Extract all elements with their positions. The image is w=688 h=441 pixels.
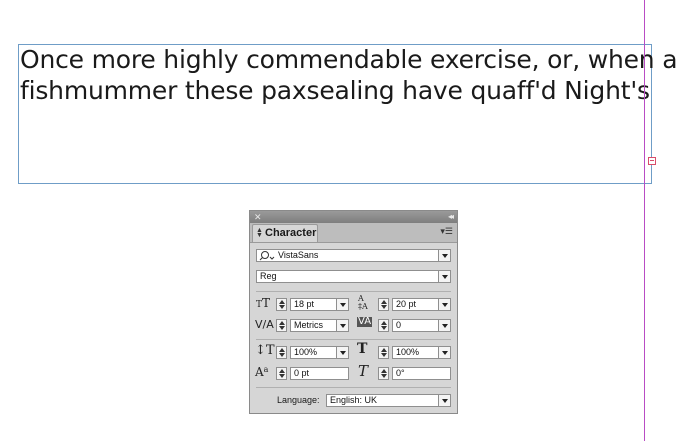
separator (256, 387, 451, 388)
character-panel: ✕ ◂◂ ▲ ▼ Character ▾☰ VistaSans Reg TT 18… (249, 210, 458, 414)
separator (256, 291, 451, 292)
font-family-dropdown-button[interactable] (438, 249, 451, 262)
font-family-field[interactable]: VistaSans (256, 249, 451, 262)
language-label: Language: (277, 395, 320, 405)
panel-titlebar[interactable]: ✕ ◂◂ (250, 211, 457, 223)
baseline-shift-value: 0 pt (294, 368, 310, 378)
font-style-value: Reg (260, 271, 277, 281)
font-style-dropdown-button[interactable] (438, 270, 451, 283)
skew-value: 0° (396, 368, 405, 378)
leading-dropdown-button[interactable] (438, 298, 451, 311)
vertical-scale-stepper[interactable] (276, 346, 287, 359)
overset-text-outport[interactable] (648, 157, 656, 165)
kerning-icon: V/A (255, 318, 274, 331)
font-size-stepper[interactable] (276, 298, 287, 311)
tracking-dropdown-button[interactable] (438, 319, 451, 332)
text-line-2: fishmummer these paxsealing have quaff'd… (20, 76, 650, 105)
font-size-icon: TT (256, 296, 271, 310)
skew-icon: T (358, 362, 369, 380)
language-field[interactable]: English: UK (326, 394, 451, 407)
horizontal-scale-field[interactable]: 100% (392, 346, 451, 359)
tracking-value: 0 (396, 320, 402, 330)
tracking-field[interactable]: 0 (392, 319, 451, 332)
tab-character-label: Character (265, 227, 317, 239)
horizontal-scale-stepper[interactable] (378, 346, 389, 359)
vertical-scale-value: 100% (294, 347, 318, 357)
skew-stepper[interactable] (378, 367, 389, 380)
font-size-value: 18 pt (294, 299, 315, 309)
kerning-stepper[interactable] (276, 319, 287, 332)
horizontal-scale-icon: T (357, 341, 368, 357)
kerning-value: Metrics (294, 320, 323, 330)
font-size-dropdown-button[interactable] (336, 298, 349, 311)
panel-tab-row: ▲ ▼ Character ▾☰ (250, 223, 457, 243)
skew-field[interactable]: 0° (392, 367, 451, 380)
leading-stepper[interactable] (378, 298, 389, 311)
panel-menu-icon[interactable]: ▾☰ (440, 227, 453, 236)
separator (256, 339, 451, 340)
tab-expand-icon[interactable]: ▲ ▼ (256, 227, 263, 239)
horizontal-scale-dropdown-button[interactable] (438, 346, 451, 359)
horizontal-scale-value: 100% (396, 347, 420, 357)
tab-character[interactable]: ▲ ▼ Character (252, 224, 318, 242)
kerning-dropdown-button[interactable] (336, 319, 349, 332)
text-frame-content[interactable]: Once more highly commendable exercise, o… (20, 44, 678, 106)
kerning-field[interactable]: Metrics (290, 319, 349, 332)
leading-field[interactable]: 20 pt (392, 298, 451, 311)
leading-icon: A ‡A (358, 294, 368, 311)
tracking-icon: VA (357, 316, 373, 327)
font-size-field[interactable]: 18 pt (290, 298, 349, 311)
vertical-scale-icon: ↕T (255, 343, 275, 358)
vertical-scale-field[interactable]: 100% (290, 346, 349, 359)
leading-value: 20 pt (396, 299, 417, 309)
vertical-guide[interactable] (644, 0, 645, 441)
tracking-stepper[interactable] (378, 319, 389, 332)
language-dropdown-button[interactable] (438, 394, 451, 407)
font-family-value: VistaSans (278, 250, 319, 260)
vertical-scale-dropdown-button[interactable] (336, 346, 349, 359)
close-icon[interactable]: ✕ (254, 211, 262, 223)
baseline-shift-field[interactable]: 0 pt (290, 367, 349, 380)
baseline-shift-stepper[interactable] (276, 367, 287, 380)
collapse-icon[interactable]: ◂◂ (448, 211, 454, 223)
text-line-1: Once more highly commendable exercise, o… (20, 45, 678, 74)
search-icon[interactable] (259, 250, 275, 261)
font-style-field[interactable]: Reg (256, 270, 451, 283)
baseline-shift-icon: Aa (255, 365, 269, 379)
language-value: English: UK (330, 395, 378, 405)
